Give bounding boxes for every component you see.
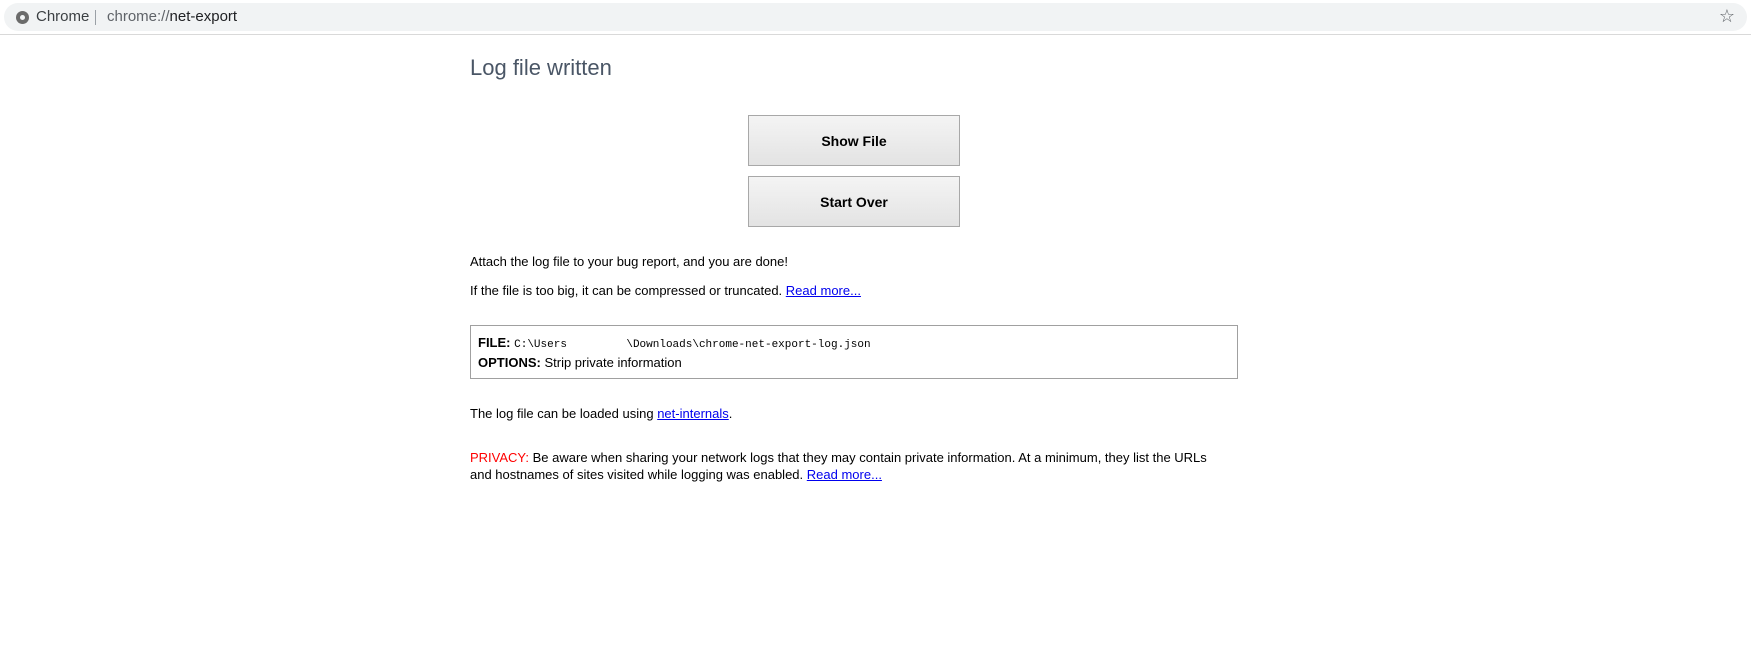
attach-instructions: Attach the log file to your bug report, …: [470, 254, 788, 269]
star-icon[interactable]: ☆: [1719, 6, 1735, 26]
omnibox[interactable]: Chrome chrome://net-export ☆: [4, 3, 1747, 31]
file-size-note: If the file is too big, it can be compre…: [470, 283, 861, 298]
privacy-notice: PRIVACY: Be aware when sharing your netw…: [470, 449, 1230, 483]
url-text[interactable]: chrome://net-export: [107, 8, 237, 25]
options-value: Strip private information: [544, 355, 682, 370]
page-title: Log file written: [470, 55, 612, 80]
show-file-button[interactable]: Show File: [748, 115, 960, 166]
file-path: C:\Users \Downloads\chrome-net-export-lo…: [514, 339, 871, 351]
options-line: OPTIONS: Strip private information: [478, 353, 1230, 373]
action-buttons: Show File Start Over: [748, 115, 960, 237]
read-more-link-compress[interactable]: Read more...: [786, 283, 861, 298]
net-export-page: Log file written Show File Start Over At…: [470, 50, 1240, 482]
options-label: OPTIONS:: [478, 355, 541, 370]
chrome-page-icon[interactable]: [16, 11, 29, 24]
log-info-box: FILE: C:\Users \Downloads\chrome-net-exp…: [470, 325, 1238, 379]
file-label: FILE:: [478, 335, 511, 350]
url-path: net-export: [169, 8, 238, 25]
read-more-link-privacy[interactable]: Read more...: [807, 467, 882, 482]
site-name-chip[interactable]: Chrome: [36, 8, 89, 25]
file-line: FILE: C:\Users \Downloads\chrome-net-exp…: [478, 333, 1230, 353]
load-instructions-period: .: [728, 406, 733, 421]
load-instructions: The log file can be loaded using net-int…: [470, 406, 732, 421]
url-scheme: chrome://: [107, 8, 170, 25]
load-instructions-text: The log file can be loaded using: [470, 406, 654, 421]
browser-toolbar: Chrome chrome://net-export ☆: [0, 0, 1751, 35]
privacy-label: PRIVACY:: [470, 450, 530, 465]
file-size-note-text: If the file is too big, it can be compre…: [470, 283, 783, 298]
net-internals-link[interactable]: net-internals: [657, 406, 729, 421]
start-over-button[interactable]: Start Over: [748, 176, 960, 227]
omnibox-divider: [95, 10, 96, 25]
